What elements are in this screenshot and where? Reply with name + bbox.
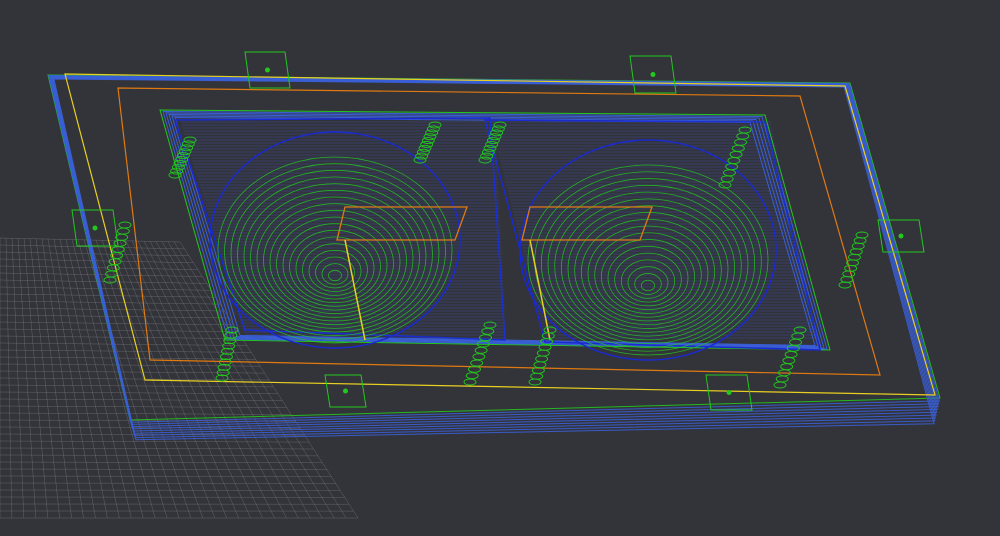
tab-center-dot [343, 388, 348, 394]
helix-loop [775, 375, 789, 383]
helix-loop [851, 242, 865, 250]
helix-loop [782, 357, 796, 365]
helix-loop [847, 253, 861, 261]
pocket-ring [627, 266, 669, 299]
helix-loop [784, 350, 798, 358]
helix-loop [849, 248, 863, 256]
helix-loop [528, 378, 542, 386]
pocket-ring [640, 279, 656, 292]
helix-loop [472, 353, 486, 361]
helix-loop [486, 137, 500, 145]
helix-loop [842, 270, 856, 278]
helix-loop [470, 359, 484, 367]
outer-pass [49, 75, 939, 428]
helix-loop [116, 227, 130, 235]
helix-loop [474, 346, 488, 354]
pocket-ring [308, 249, 362, 293]
helix-loop [855, 231, 869, 239]
stock-grid [0, 237, 359, 519]
helix-loop [425, 129, 439, 137]
helix-loop [168, 171, 182, 179]
helix-loop [115, 233, 129, 241]
helix-loop [536, 349, 550, 357]
3d-toolpath-viewport[interactable] [0, 0, 1000, 536]
toolpath-scene[interactable] [0, 0, 1000, 536]
helix-loop [727, 157, 741, 165]
helix-loop [463, 378, 477, 386]
outer-pass [52, 78, 936, 439]
helix-loop [535, 355, 549, 363]
helix-loop [118, 221, 132, 229]
pocket-ring [302, 243, 368, 296]
helix-loop [773, 381, 787, 389]
tab-center-dot [898, 233, 904, 239]
helix-loop [421, 137, 435, 145]
helix-loop [853, 237, 867, 245]
tab-center-dot [726, 390, 732, 395]
helix-loop [423, 133, 437, 141]
helix-loop [844, 264, 858, 272]
helix-loop [533, 361, 547, 369]
helix-loop [180, 144, 194, 152]
tab-center-dot [265, 67, 270, 73]
helix-loop [789, 338, 803, 346]
helix-loop [420, 140, 434, 148]
inner-pass [165, 112, 825, 349]
helix-loop [490, 129, 504, 137]
helix-loop [840, 275, 854, 283]
helix-loop [780, 363, 794, 371]
helix-loop [103, 276, 117, 284]
helix-loop [465, 372, 479, 380]
tab-center-dot [650, 72, 656, 77]
helix-loop [530, 372, 544, 380]
tab-center-dot [92, 225, 98, 231]
helix-loop [838, 281, 852, 289]
outer-pass [50, 76, 939, 430]
helix-loop [729, 150, 743, 158]
